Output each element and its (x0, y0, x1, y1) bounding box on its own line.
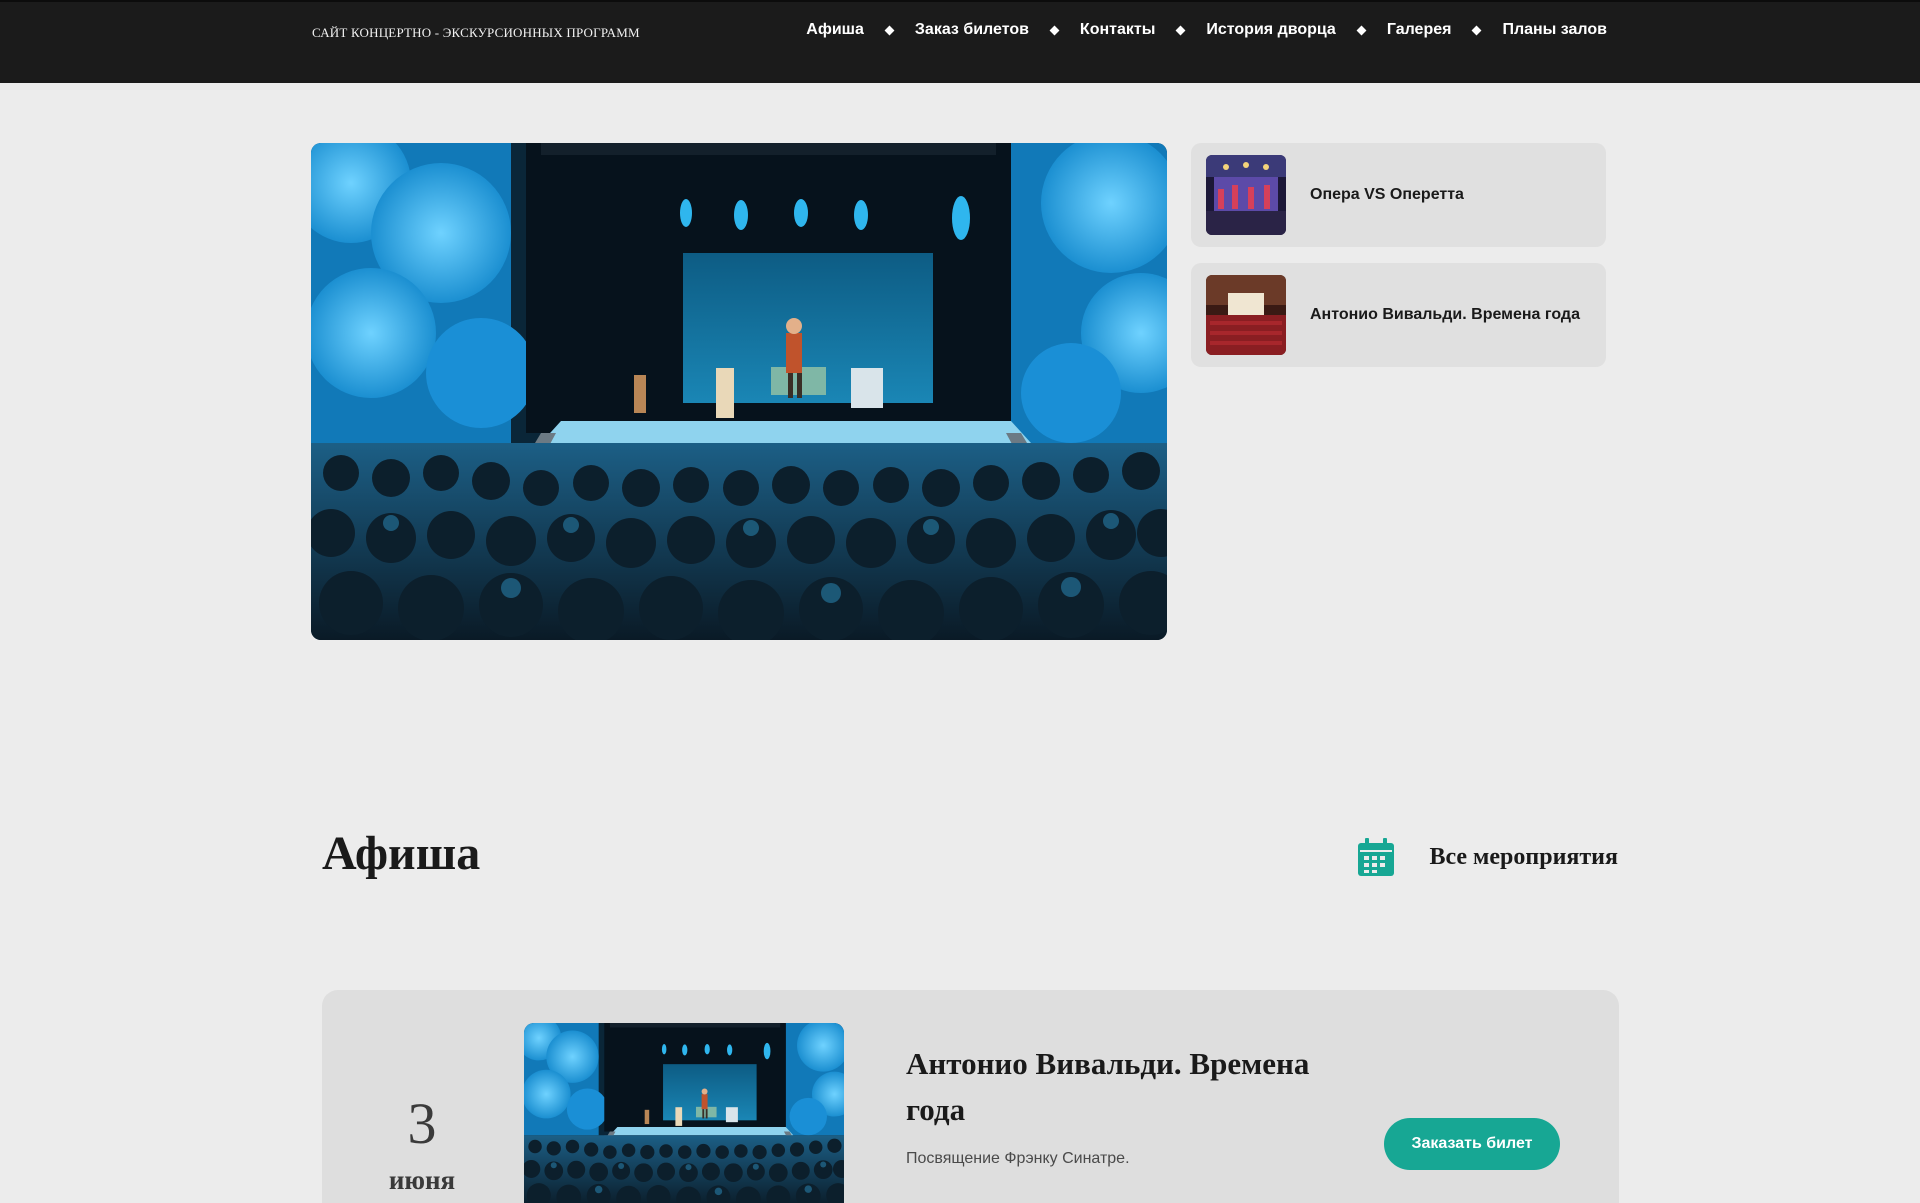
book-ticket-button[interactable]: Заказать билет (1384, 1118, 1560, 1170)
event-description: Посвящение Фрэнку Синатре. (906, 1150, 1130, 1167)
hero-theater-image[interactable] (311, 143, 1167, 640)
side-event-card[interactable]: Антонио Вивальди. Времена года (1191, 263, 1606, 367)
side-event-card[interactable]: Опера VS Оперетта (1191, 143, 1606, 247)
nav-item-tickets[interactable]: Заказ билетов (915, 21, 1029, 39)
event-title[interactable]: Антонио Вивальди. Времена года (906, 1041, 1346, 1133)
theater-stage-photo (311, 143, 1167, 640)
nav-item-hall-plans[interactable]: Планы залов (1502, 21, 1607, 39)
nav-item-afisha[interactable]: Афиша (806, 21, 864, 39)
event-date-day: 3 (407, 1091, 437, 1156)
nav-separator-diamond (1175, 25, 1186, 35)
event-image[interactable] (524, 1023, 844, 1203)
event-date-month: июня (388, 1165, 456, 1195)
top-navbar: САЙТ КОНЦЕРТНО - ЭКСКУРСИОННЫХ ПРОГРАММ … (0, 0, 1920, 83)
all-events-label: Все мероприятия (1429, 843, 1618, 870)
all-events-link[interactable]: Все мероприятия (1358, 838, 1618, 876)
nav-separator-diamond (884, 25, 895, 35)
nav-separator-diamond (1356, 25, 1367, 35)
nav-item-contacts[interactable]: Контакты (1080, 21, 1155, 39)
nav-separator-diamond (1049, 25, 1060, 35)
main-nav: Афиша Заказ билетов Контакты История дво… (806, 21, 1607, 39)
event-card: 3 июня Антонио Вивальди. Времена года По… (322, 990, 1619, 1203)
calendar-icon (1358, 838, 1395, 876)
nav-separator-diamond (1472, 25, 1482, 35)
theater-stage-photo (524, 1023, 844, 1203)
nav-item-history[interactable]: История дворца (1206, 21, 1335, 39)
section-title-afisha: Афиша (322, 827, 481, 880)
opera-stage-thumbnail (1206, 155, 1286, 235)
side-event-title: Антонио Вивальди. Времена года (1310, 306, 1580, 323)
side-event-title: Опера VS Оперетта (1310, 186, 1464, 203)
site-title[interactable]: САЙТ КОНЦЕРТНО - ЭКСКУРСИОННЫХ ПРОГРАММ (312, 25, 640, 41)
nav-item-gallery[interactable]: Галерея (1387, 21, 1452, 39)
concert-hall-thumbnail (1206, 275, 1286, 355)
